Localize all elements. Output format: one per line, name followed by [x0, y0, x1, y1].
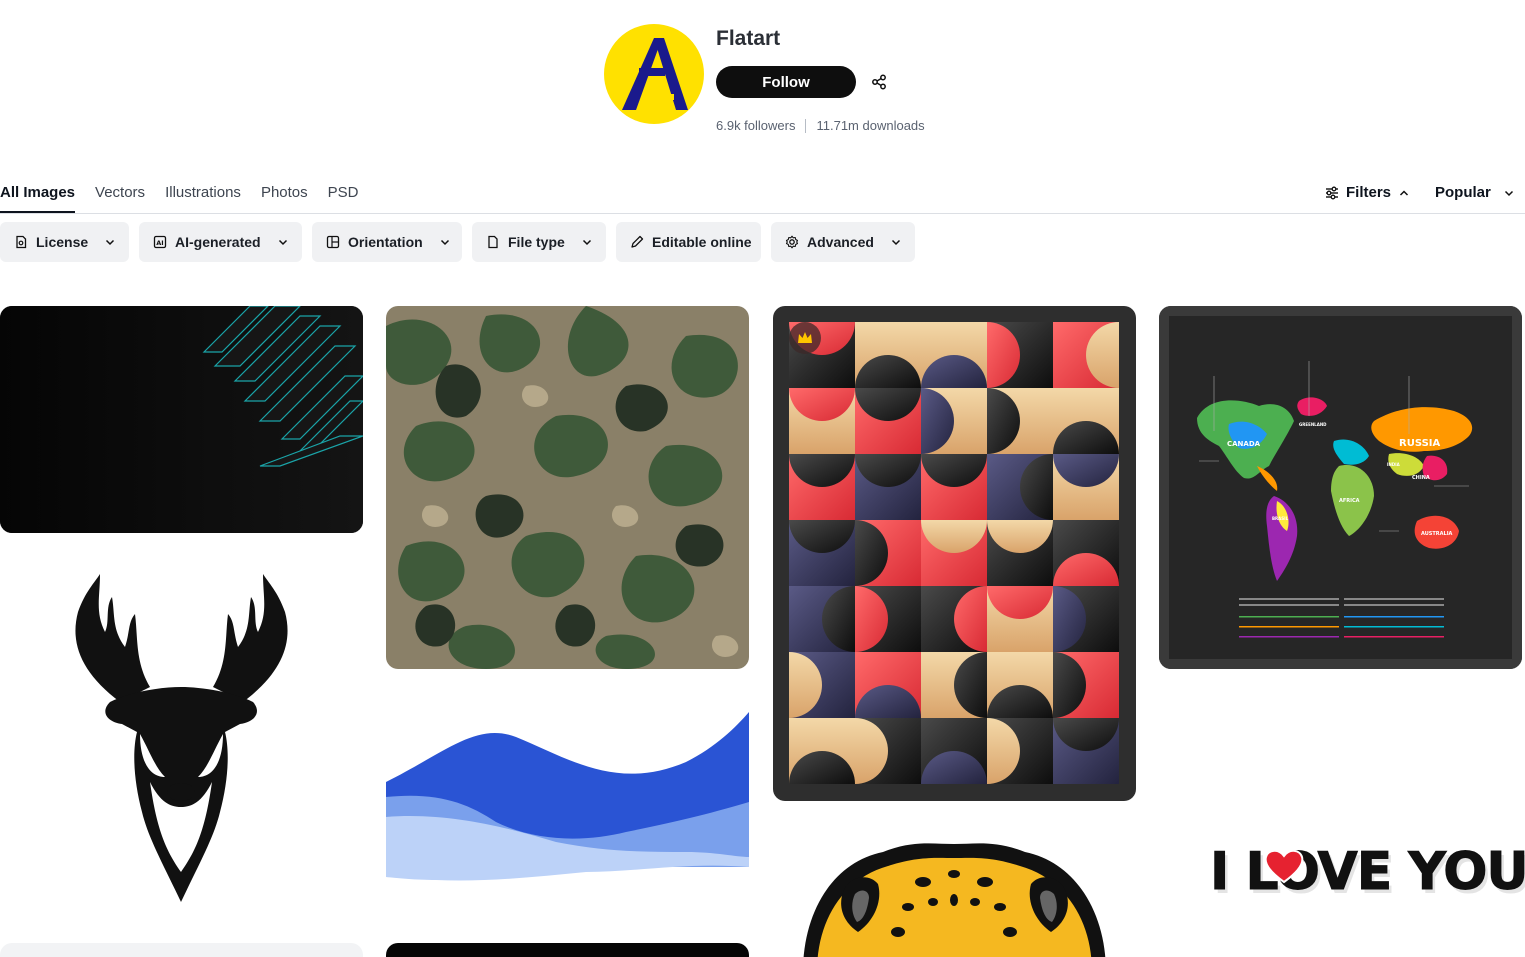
sort-label: Popular — [1435, 184, 1491, 201]
stats-divider — [805, 118, 807, 133]
chevron-down-icon — [106, 239, 115, 246]
chevron-down-icon — [582, 239, 591, 246]
gallery-item-dark-tech-stripes[interactable] — [0, 306, 363, 533]
gallery-item-camouflage-pattern[interactable] — [386, 306, 749, 669]
svg-text:AI: AI — [156, 239, 163, 247]
orientation-filter[interactable]: Orientation — [312, 222, 462, 262]
advanced-filter[interactable]: Advanced — [771, 222, 915, 262]
ai-generated-filter[interactable]: AI AI-generated — [139, 222, 302, 262]
content-type-tabs: All Images Vectors Illustrations Photos … — [0, 184, 378, 213]
i-love-you-sticker-text: I LOVE YOU — [1210, 842, 1525, 903]
pen-icon — [631, 235, 644, 248]
tab-illustrations[interactable]: Illustrations — [165, 184, 241, 213]
tab-all-images[interactable]: All Images — [0, 184, 76, 213]
chevron-down-icon — [440, 239, 449, 246]
gallery-item-geometric-bauhaus-pattern[interactable] — [773, 306, 1136, 801]
map-label-canada: CANADA — [1227, 440, 1261, 448]
leopard-face-image — [803, 843, 1106, 957]
map-label-india: INDIA — [1387, 462, 1401, 467]
gallery-item-partial[interactable] — [0, 943, 363, 957]
orientation-icon — [326, 235, 340, 249]
map-label-china: CHINA — [1412, 475, 1430, 481]
profile-stats: 6.9k followers 11.71m downloads — [716, 118, 925, 133]
ai-icon: AI — [153, 235, 167, 249]
gallery-item-leopard-face[interactable] — [773, 822, 1136, 957]
heart-icon — [1264, 849, 1304, 884]
editable-online-filter[interactable]: Editable online — [616, 222, 761, 262]
gallery-item-deer-head-line-art[interactable] — [0, 552, 363, 927]
map-label-africa: AFRICA — [1339, 498, 1360, 504]
gallery-item-world-map-infographic[interactable]: CANADA GREENLAND RUSSIA CHINA BRASIL AFR… — [1159, 306, 1522, 669]
file-type-filter[interactable]: File type — [472, 222, 606, 262]
gallery-item-partial-dark[interactable] — [386, 943, 749, 957]
tabs-divider — [0, 213, 1525, 214]
followers-count: 6.9k followers — [716, 118, 796, 133]
advanced-filter-label: Advanced — [807, 234, 874, 250]
sticker-text: I LOVE YOU — [1210, 842, 1525, 903]
gallery-item-blue-waves[interactable] — [386, 692, 749, 922]
gallery-item-i-love-you-sticker[interactable] — [1159, 688, 1522, 957]
profile-avatar[interactable] — [604, 24, 704, 124]
chevron-down-icon — [891, 239, 900, 246]
filters-label: Filters — [1346, 184, 1392, 201]
dark-tech-stripes-image — [0, 306, 363, 533]
map-label-brasil: BRASIL — [1272, 516, 1289, 521]
flatart-logo-icon — [622, 38, 688, 110]
blue-waves-image — [386, 712, 749, 881]
file-icon — [488, 235, 498, 249]
gear-icon — [785, 235, 799, 249]
premium-crown-badge — [789, 322, 821, 354]
filters-toggle-button[interactable]: Filters — [1325, 184, 1410, 201]
tab-photos[interactable]: Photos — [261, 184, 308, 213]
chevron-down-icon — [278, 239, 287, 246]
share-icon[interactable] — [868, 71, 890, 93]
profile-name: Flatart — [716, 27, 781, 50]
tab-vectors[interactable]: Vectors — [95, 184, 145, 213]
file-type-filter-label: File type — [508, 234, 565, 250]
orientation-filter-label: Orientation — [348, 234, 423, 250]
map-label-greenland: GREENLAND — [1299, 422, 1327, 427]
sort-dropdown[interactable]: Popular — [1435, 184, 1515, 201]
crown-icon — [798, 332, 812, 343]
geometric-pattern-image — [789, 322, 1119, 784]
license-filter-label: License — [36, 234, 89, 250]
downloads-count: 11.71m downloads — [816, 118, 925, 133]
map-label-australia: AUSTRALIA — [1421, 531, 1453, 537]
world-map-infographic-image: CANADA GREENLAND RUSSIA CHINA BRASIL AFR… — [1159, 306, 1522, 669]
follow-button[interactable]: Follow — [716, 66, 856, 98]
deer-head-image — [75, 574, 288, 902]
chevron-up-icon — [1399, 189, 1409, 196]
license-icon — [16, 235, 27, 249]
license-filter[interactable]: License — [0, 222, 129, 262]
tab-psd[interactable]: PSD — [328, 184, 359, 213]
camouflage-pattern-image — [386, 306, 749, 669]
sliders-icon — [1326, 186, 1338, 199]
ai-generated-filter-label: AI-generated — [175, 234, 261, 250]
map-label-russia: RUSSIA — [1399, 438, 1440, 449]
chevron-down-icon — [1504, 190, 1513, 196]
editable-online-filter-label: Editable online — [652, 234, 752, 250]
